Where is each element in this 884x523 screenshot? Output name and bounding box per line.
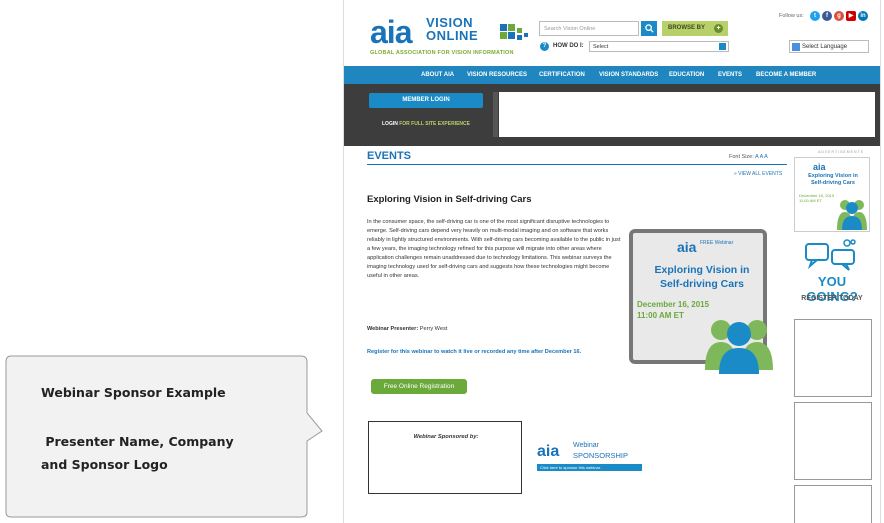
article-body: In the consumer space, the self-driving … — [367, 219, 621, 279]
webinar-sponsored-by-label: Webinar Sponsored by: — [413, 434, 479, 440]
login-banner: MEMBER LOGIN LOGIN FOR FULL SITE EXPERIE… — [344, 84, 880, 146]
how-do-i-label: HOW DO I: — [553, 43, 584, 49]
linkedin-icon[interactable]: in — [858, 11, 868, 21]
search-input[interactable]: Search Vision Online — [539, 21, 639, 36]
nav-vision-standards[interactable]: VISION STANDARDS — [599, 66, 658, 84]
youtube-icon[interactable]: ▶ — [846, 11, 856, 21]
how-do-i-value: Select — [593, 44, 609, 50]
logo-squares-icon — [500, 24, 530, 44]
sponsorship-text: SPONSORSHIP — [573, 451, 629, 460]
sponsorship-aia-logo: aia — [537, 443, 560, 460]
sidebar-ad-slot[interactable] — [794, 402, 872, 480]
twitter-icon[interactable]: t — [810, 11, 820, 21]
presenter-name: Perry West — [419, 326, 448, 332]
browse-by-label: BROWSE BY — [668, 25, 706, 31]
dropdown-arrow-icon — [719, 43, 726, 50]
callout-title: Webinar Sponsor Example — [41, 385, 226, 400]
register-today-text[interactable]: REGISTER TODAY — [791, 295, 873, 302]
register-link[interactable]: Register for this webinar to watch it li… — [367, 348, 622, 357]
free-registration-button[interactable]: Free Online Registration — [371, 379, 467, 394]
font-size-control: Font Size: A A A — [729, 154, 768, 160]
facebook-icon[interactable]: f — [822, 11, 832, 21]
vision-online-wordmark[interactable]: VISION ONLINE — [426, 16, 496, 42]
sidebar-ad-date: December 16, 2015 11:00 AM ET — [799, 193, 834, 203]
sidebar-ad-slot[interactable] — [794, 319, 872, 397]
main-nav: ABOUT AIA VISION RESOURCES CERTIFICATION… — [344, 66, 880, 84]
how-do-i-select[interactable]: Select — [589, 41, 729, 52]
article-title: Exploring Vision in Self-driving Cars — [367, 194, 532, 205]
presenter-line: Webinar Presenter: Perry West — [367, 326, 447, 332]
follow-us-label: Follow us: — [779, 13, 804, 19]
sidebar-webinar-ad[interactable]: aia Exploring Vision in Self-driving Car… — [794, 157, 870, 232]
events-heading: EVENTS — [367, 150, 412, 162]
presenter-label: Webinar Presenter: — [367, 326, 419, 332]
google-translate-icon — [792, 43, 800, 51]
nav-about-aia[interactable]: ABOUT AIA — [421, 66, 454, 84]
font-size-label: Font Size: — [729, 154, 754, 160]
advertisement-tag — [493, 92, 498, 137]
logo-online-text: ONLINE — [426, 28, 479, 43]
member-login-button[interactable]: MEMBER LOGIN — [369, 93, 483, 108]
google-plus-icon[interactable]: g — [834, 11, 844, 21]
callout-line-sponsor: and Sponsor Logo — [41, 457, 168, 472]
free-webinar-tag: FREE Webinar — [700, 240, 734, 246]
webinar-card-title: Exploring Vision in Self-driving Cars — [654, 264, 750, 290]
webinar-sponsorship-ad[interactable]: aia Webinar SPONSORSHIP Click here to sp… — [537, 441, 642, 471]
plus-icon: + — [714, 24, 723, 33]
search-button[interactable] — [641, 21, 657, 36]
webinar-card-aia-logo: aia — [677, 239, 697, 255]
sponsorship-webinar-text: Webinar — [573, 442, 599, 449]
callout-line-presenter: Presenter Name, Company — [41, 434, 234, 449]
font-size-options[interactable]: A A A — [755, 154, 768, 160]
login-full-site-link[interactable]: LOGIN FOR FULL SITE EXPERIENCE — [382, 121, 470, 127]
nav-certification[interactable]: CERTIFICATION — [539, 66, 585, 84]
people-icon — [705, 320, 773, 374]
sidebar-ad-aia-logo: aia — [813, 162, 826, 172]
nav-events[interactable]: EVENTS — [718, 66, 742, 84]
sidebar-ad-title: Exploring Vision in Self-driving Cars — [808, 173, 858, 186]
vision-online-page: aia VISION ONLINE GLOBAL ASSOCIATION FOR… — [343, 0, 881, 523]
nav-education[interactable]: EDUCATION — [669, 66, 704, 84]
login-prefix: LOGIN — [382, 121, 398, 127]
sidebar-ad-time-line: 11:00 AM ET — [799, 198, 822, 203]
search-icon — [644, 24, 654, 33]
browse-by-button[interactable]: BROWSE BY + — [662, 21, 728, 36]
sponsorship-click-text: Click here to sponsor this webinar. — [537, 464, 642, 471]
sidebar-people-icon — [837, 200, 867, 230]
nav-become-a-member[interactable]: BECOME A MEMBER — [756, 66, 816, 84]
view-all-events-link[interactable]: » VIEW ALL EVENTS — [734, 171, 782, 177]
webinar-date: December 16, 2015 — [637, 300, 710, 309]
aia-logo[interactable]: aia — [370, 16, 428, 48]
login-suffix: FOR FULL SITE EXPERIENCE — [399, 121, 470, 127]
advertisements-label: ADVERTISEMENTS — [817, 150, 865, 154]
webinar-sponsor-box: Webinar Sponsored by: — [368, 421, 522, 494]
nav-vision-resources[interactable]: VISION RESOURCES — [467, 66, 527, 84]
logo-tagline: GLOBAL ASSOCIATION FOR VISION INFORMATIO… — [370, 50, 514, 56]
select-language-label: Select Language — [802, 44, 848, 50]
select-language-button[interactable]: Select Language — [789, 40, 869, 53]
sidebar-ad-slot[interactable] — [794, 485, 872, 523]
leaderboard-ad[interactable] — [499, 92, 875, 137]
speech-bubbles-icon — [805, 239, 856, 271]
events-divider — [367, 164, 787, 165]
help-icon: ? — [540, 42, 549, 51]
